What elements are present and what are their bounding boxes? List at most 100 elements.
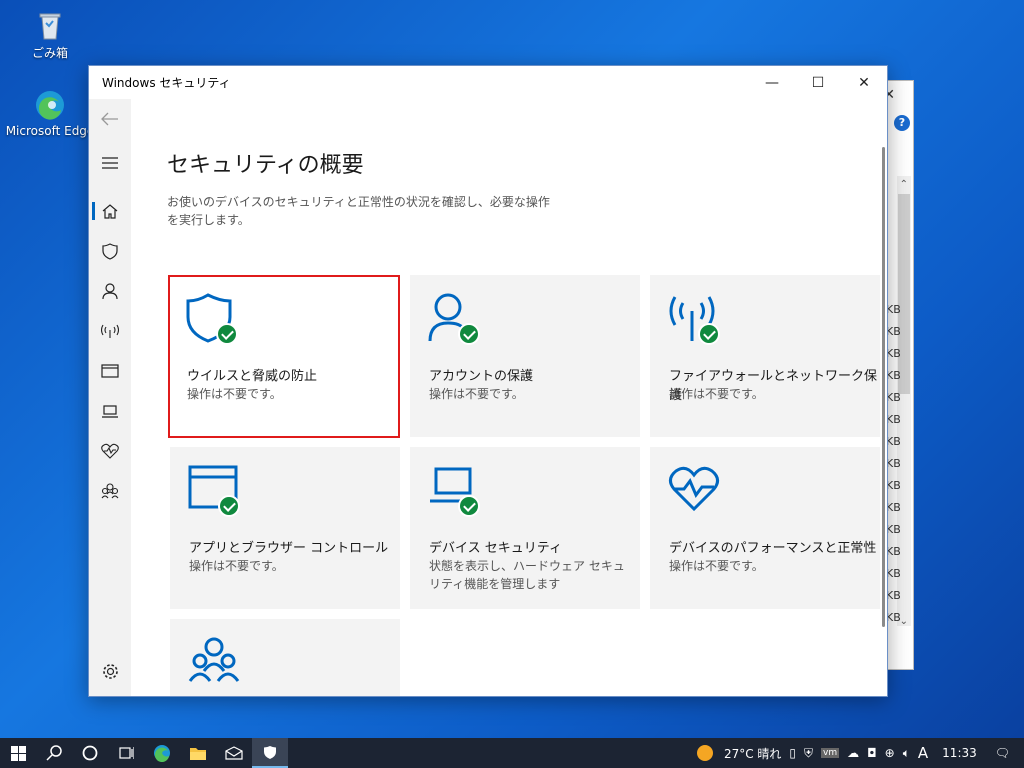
tile-app-browser-control[interactable]: アプリとブラウザー コントロール 操作は不要です。	[170, 447, 400, 609]
shield-icon	[102, 242, 118, 260]
scrollbar[interactable]	[882, 147, 885, 627]
family-icon	[188, 637, 240, 689]
mail-icon	[225, 746, 243, 760]
hamburger-menu-icon	[102, 157, 118, 169]
ime-indicator[interactable]: A	[918, 744, 928, 762]
search-button[interactable]	[36, 738, 72, 768]
app-window-icon	[188, 465, 240, 517]
sidebar-item-account[interactable]	[89, 273, 131, 309]
home-icon	[102, 203, 118, 219]
tile-title: デバイスのパフォーマンスと正常性	[669, 541, 877, 556]
shield-icon	[264, 745, 276, 759]
main-content: セキュリティの概要 お使いのデバイスのセキュリティと正常性の状況を確認し、必要な…	[131, 99, 887, 696]
close-button[interactable]: ✕	[841, 66, 887, 99]
clock[interactable]: 11:33	[942, 746, 977, 760]
tile-status: 操作は不要です。	[669, 387, 764, 401]
kb-label: KB	[886, 545, 901, 558]
maximize-button[interactable]: ☐	[795, 66, 841, 99]
desktop-icon-recycle-bin[interactable]: ごみ箱	[5, 8, 95, 61]
laptop-icon	[428, 465, 480, 517]
tile-device-security[interactable]: デバイス セキュリティ 状態を表示し、ハードウェア セキュリティ機能を管理します	[410, 447, 640, 609]
cloud-icon[interactable]: ☁	[847, 746, 859, 760]
title-bar[interactable]: Windows セキュリティ — ☐ ✕	[89, 66, 887, 99]
sidebar-item-family[interactable]	[89, 473, 131, 509]
scrollbar-thumb[interactable]	[898, 194, 910, 394]
notification-icon[interactable]: 🗨︎	[995, 746, 1010, 760]
family-icon	[101, 483, 119, 499]
chevron-down-icon[interactable]: ⌄	[900, 616, 908, 627]
kb-label: KB	[886, 501, 901, 514]
recycle-bin-icon	[33, 8, 67, 42]
edge-icon	[154, 745, 170, 762]
check-icon	[458, 323, 480, 345]
sidebar-item-device-security[interactable]	[89, 393, 131, 429]
kb-label: KB	[886, 303, 901, 316]
help-icon[interactable]: ?	[894, 115, 910, 131]
folder-icon	[190, 747, 206, 760]
tile-family-options[interactable]	[170, 619, 400, 696]
sidebar-item-settings[interactable]	[89, 653, 131, 689]
wifi-antenna-icon	[101, 324, 119, 338]
tile-device-performance-health[interactable]: デバイスのパフォーマンスと正常性 操作は不要です。	[650, 447, 880, 609]
back-arrow-icon	[101, 112, 118, 126]
cortana-circle-icon	[82, 745, 98, 761]
weather-sun-icon	[696, 745, 713, 761]
taskbar-windows-security[interactable]	[252, 738, 288, 768]
defender-tray-icon[interactable]: ⛨	[804, 746, 813, 761]
tile-title: デバイス セキュリティ	[429, 541, 562, 556]
kb-label: KB	[886, 589, 901, 602]
windows-logo-icon	[10, 745, 26, 761]
kb-label: KB	[886, 413, 901, 426]
taskbar: 27°C 晴れ ▯ ⛨ vm ☁ ◘ ⊕ 🔈︎ A 11:33 🗨︎	[0, 738, 1024, 768]
kb-label: KB	[886, 567, 901, 580]
windows-security-window: Windows セキュリティ — ☐ ✕ セキュリティの概要 お使いのデバイスの…	[88, 65, 888, 697]
kb-label: KB	[886, 347, 901, 360]
app-window-icon	[101, 364, 119, 378]
kb-label: KB	[886, 325, 901, 338]
weather-text[interactable]: 27°C 晴れ	[724, 745, 781, 762]
tile-status: 操作は不要です。	[189, 559, 284, 573]
taskbar-file-explorer[interactable]	[180, 738, 216, 768]
sidebar-item-firewall[interactable]	[89, 313, 131, 349]
vmware-icon[interactable]: vm	[821, 748, 840, 758]
sidebar-item-app-browser[interactable]	[89, 353, 131, 389]
gear-icon	[102, 663, 118, 679]
kb-label: KB	[886, 457, 901, 470]
meet-now-icon[interactable]: ◘	[867, 746, 877, 760]
kb-label: KB	[886, 435, 901, 448]
tile-account-protection[interactable]: アカウントの保護 操作は不要です。	[410, 275, 640, 437]
volume-icon[interactable]: 🔈︎	[903, 746, 910, 761]
person-icon	[428, 293, 480, 345]
kb-label: KB	[886, 611, 901, 624]
taskbar-mail[interactable]	[216, 738, 252, 768]
start-button[interactable]	[0, 738, 36, 768]
desktop-icon-edge[interactable]: Microsoft Edge	[5, 88, 95, 138]
tile-status: 操作は不要です。	[429, 387, 524, 401]
back-button[interactable]	[89, 101, 131, 137]
task-view-icon	[119, 747, 134, 759]
taskbar-edge[interactable]	[144, 738, 180, 768]
cortana-button[interactable]	[72, 738, 108, 768]
kb-label: KB	[886, 369, 901, 382]
page-description: お使いのデバイスのセキュリティと正常性の状況を確認し、必要な操作を実行します。	[167, 195, 550, 227]
task-view-button[interactable]	[108, 738, 144, 768]
usb-icon[interactable]: ▯	[789, 746, 796, 760]
heart-pulse-icon	[668, 465, 720, 517]
tile-virus-threat-protection[interactable]: ウイルスと脅威の防止 操作は不要です。	[168, 275, 400, 438]
minimize-button[interactable]: —	[749, 66, 795, 99]
system-tray: 27°C 晴れ ▯ ⛨ vm ☁ ◘ ⊕ 🔈︎ A 11:33 🗨︎	[696, 738, 1024, 768]
sidebar-item-home[interactable]	[89, 193, 131, 229]
chevron-up-icon[interactable]: ⌃	[900, 179, 908, 190]
check-icon	[216, 323, 238, 345]
desktop-icon-label: Microsoft Edge	[5, 124, 95, 138]
window-title: Windows セキュリティ	[102, 76, 231, 90]
sidebar-item-virus-protection[interactable]	[89, 233, 131, 269]
check-icon	[458, 495, 480, 517]
tile-firewall-network[interactable]: ファイアウォールとネットワーク保護 操作は不要です。	[650, 275, 880, 437]
tile-title: ウイルスと脅威の防止	[187, 369, 318, 384]
menu-button[interactable]	[89, 145, 131, 181]
network-icon[interactable]: ⊕	[885, 746, 895, 760]
page-title: セキュリティの概要	[167, 153, 364, 178]
sidebar-item-device-performance[interactable]	[89, 433, 131, 469]
search-icon	[46, 745, 62, 761]
